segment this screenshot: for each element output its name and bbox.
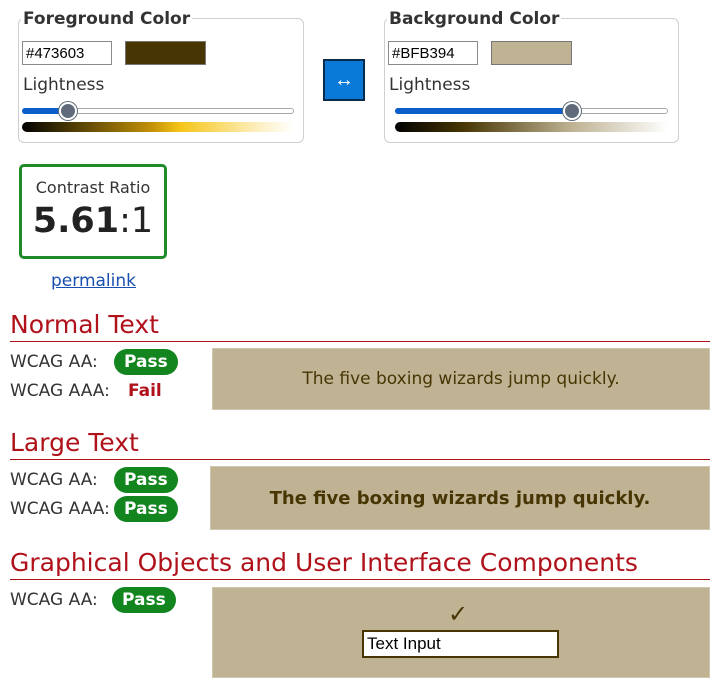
large-aa-pass-badge: Pass (114, 467, 178, 493)
large-text-divider (10, 459, 710, 460)
normal-aa-pass-badge: Pass (114, 349, 178, 375)
background-lightness-label: Lightness (389, 75, 471, 95)
background-slider-fill (395, 108, 572, 114)
contrast-ratio-label: Contrast Ratio (35, 178, 151, 197)
foreground-panel: Foreground Color Lightness (18, 9, 304, 143)
contrast-ratio-box: Contrast Ratio 5.61:1 (19, 164, 167, 259)
normal-text-sample: The five boxing wizards jump quickly. (212, 348, 710, 410)
background-slider-thumb[interactable] (563, 102, 581, 120)
large-text-heading: Large Text (10, 428, 139, 457)
swap-arrows-icon: ↔ (334, 68, 354, 91)
normal-text-divider (10, 341, 710, 342)
normal-text-sample-text: The five boxing wizards jump quickly. (302, 369, 620, 389)
permalink-link[interactable]: permalink (51, 271, 136, 291)
foreground-legend: Foreground Color (21, 9, 193, 29)
graphical-aa-label: WCAG AA: (10, 590, 98, 610)
large-aaa-pass-badge: Pass (114, 496, 178, 522)
normal-aaa-label: WCAG AAA: (10, 381, 110, 401)
background-lightness-gradient (395, 122, 668, 132)
background-panel: Background Color Lightness (384, 9, 679, 143)
graphical-objects-heading: Graphical Objects and User Interface Com… (10, 548, 638, 577)
background-hex-input[interactable] (388, 41, 478, 65)
foreground-swatch (125, 41, 206, 65)
normal-text-heading: Normal Text (10, 310, 159, 339)
checkmark-icon: ✓ (448, 600, 469, 628)
graphical-objects-divider (10, 579, 710, 580)
sample-text-input[interactable] (362, 630, 559, 658)
large-text-sample-text: The five boxing wizards jump quickly. (269, 487, 651, 509)
contrast-ratio-value: 5.61:1 (22, 201, 164, 241)
background-lightness-slider[interactable] (395, 108, 668, 114)
swap-colors-button[interactable]: ↔ (323, 59, 365, 101)
normal-aaa-fail-status: Fail (128, 381, 162, 401)
foreground-slider-thumb[interactable] (59, 102, 77, 120)
foreground-hex-input[interactable] (22, 41, 112, 65)
graphical-aa-pass-badge: Pass (112, 587, 176, 613)
background-swatch (491, 41, 572, 65)
foreground-lightness-gradient (22, 122, 294, 132)
contrast-ratio-suffix: :1 (119, 201, 154, 241)
large-aaa-label: WCAG AAA: (10, 499, 110, 519)
contrast-ratio-number: 5.61 (32, 201, 120, 241)
foreground-lightness-label: Lightness (23, 75, 105, 95)
large-text-sample: The five boxing wizards jump quickly. (210, 466, 710, 530)
normal-aa-label: WCAG AA: (10, 352, 98, 372)
large-aa-label: WCAG AA: (10, 470, 98, 490)
background-legend: Background Color (387, 9, 562, 29)
